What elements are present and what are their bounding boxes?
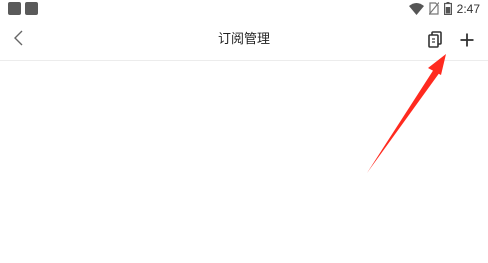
screen: 2:47 订阅管理	[0, 0, 488, 263]
status-time: 2:47	[456, 2, 480, 16]
no-sim-icon	[428, 0, 440, 19]
status-right-icons: 2:47	[408, 0, 480, 19]
subscription-list-area	[0, 61, 488, 263]
app-notification-icon	[8, 2, 21, 15]
page-title: 订阅管理	[217, 32, 270, 47]
plus-icon	[460, 32, 474, 51]
status-bar: 2:47	[0, 0, 488, 20]
toolbar: 订阅管理	[0, 22, 488, 61]
clipboard-button[interactable]	[422, 28, 448, 54]
battery-icon	[443, 0, 452, 19]
clipboard-icon	[428, 30, 442, 52]
add-subscription-button[interactable]	[454, 28, 480, 54]
wifi-icon	[408, 0, 424, 19]
status-left-icons	[8, 2, 38, 15]
app-notification-icon	[25, 2, 38, 15]
